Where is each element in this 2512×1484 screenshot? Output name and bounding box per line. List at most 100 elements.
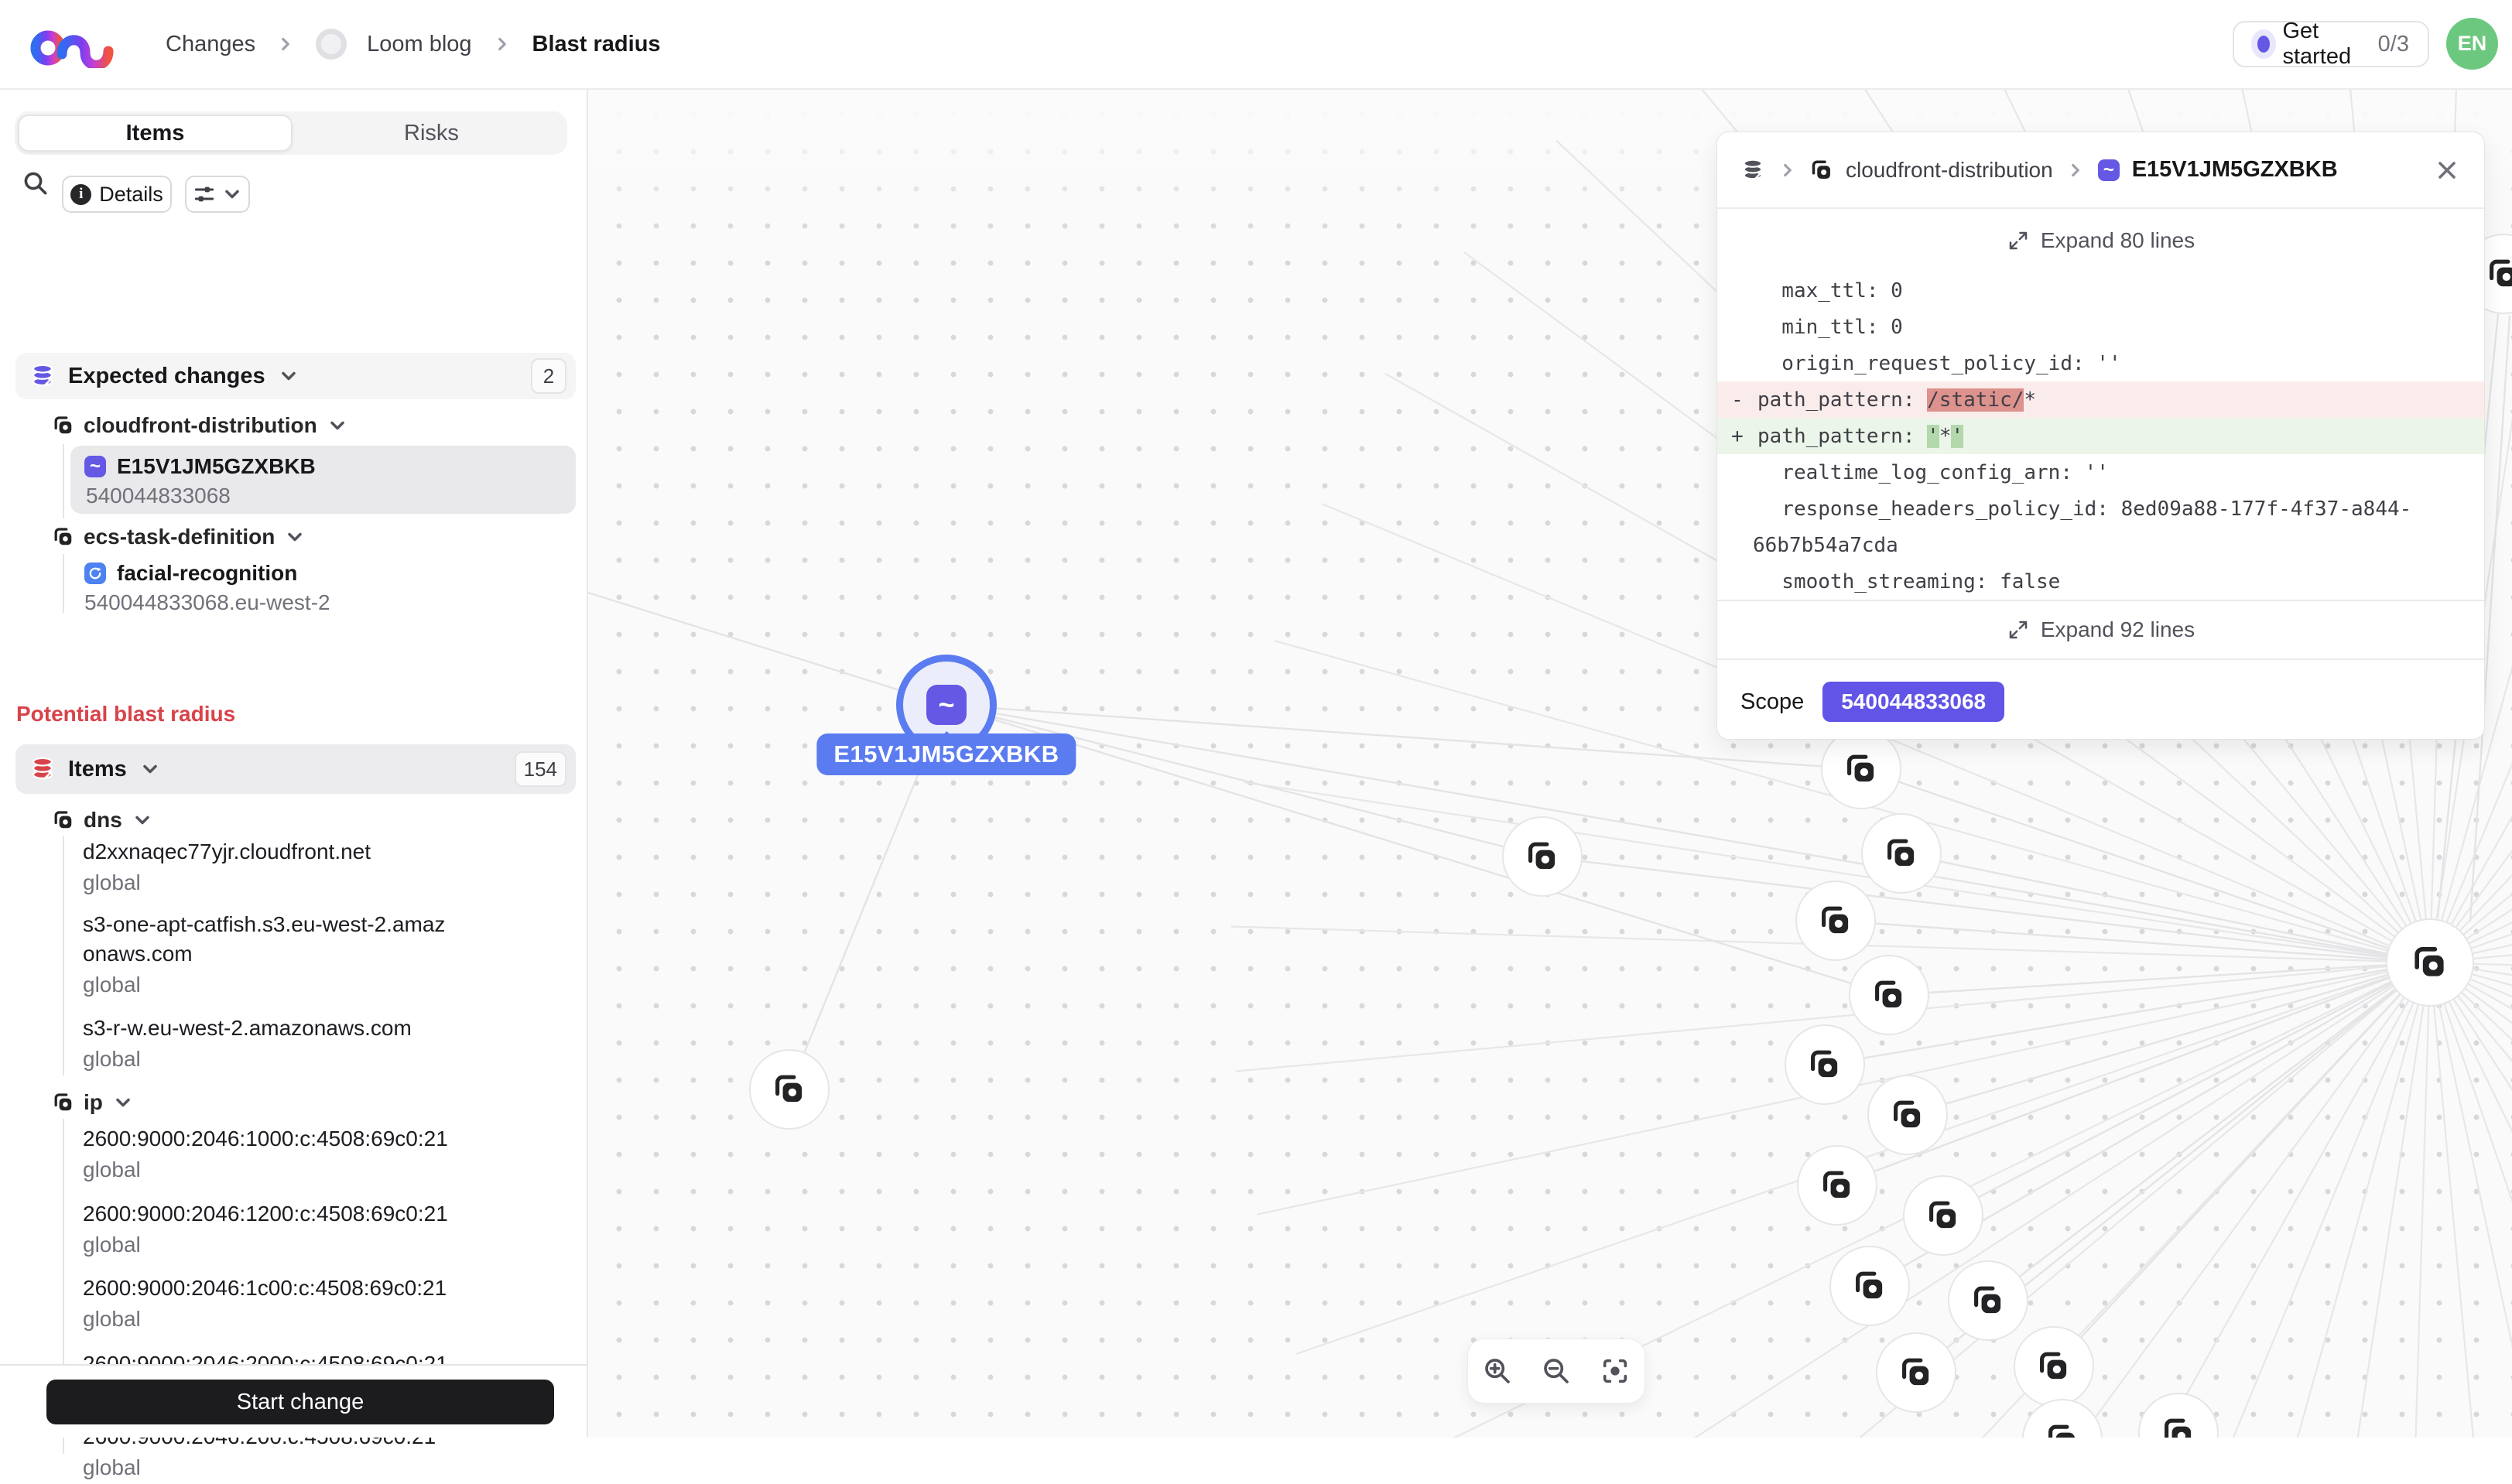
change-status-icon — [316, 29, 347, 60]
copy-icon — [1820, 1168, 1854, 1202]
selected-node-label[interactable]: E15V1JM5GZXBKB — [816, 733, 1076, 775]
list-item[interactable]: s3-r-w.eu-west-2.amazonaws.com global — [83, 1014, 547, 1075]
expand-icon — [2007, 229, 2030, 252]
expected-changes-header[interactable]: Expected changes 2 — [15, 353, 576, 399]
list-item[interactable]: s3-one-apt-catfish.s3.eu-west-2.amazonaw… — [83, 910, 547, 1001]
item-title: s3-r-w.eu-west-2.amazonaws.com — [83, 1016, 412, 1040]
zoom-in-icon[interactable] — [1482, 1356, 1513, 1387]
fit-view-icon[interactable] — [1600, 1356, 1631, 1387]
tree-guide-line — [63, 444, 64, 518]
chevron-down-icon — [284, 526, 306, 548]
chevron-right-icon — [275, 34, 296, 54]
details-label: Details — [99, 182, 163, 206]
code-line: 66b7b54a7cda — [1753, 533, 1898, 557]
graph-node[interactable] — [1829, 1246, 1910, 1326]
expand-lines-top-button[interactable]: Expand 80 lines — [1717, 209, 2484, 272]
sidebar-tabs: Items Risks — [15, 111, 567, 155]
user-avatar[interactable]: EN — [2446, 18, 2498, 70]
chevron-down-icon — [132, 809, 153, 831]
graph-node[interactable] — [749, 1049, 830, 1130]
expand-icon — [2007, 618, 2030, 641]
graph-node[interactable] — [1785, 1024, 1865, 1105]
tree-item-selected[interactable]: ~ E15V1JM5GZXBKB 540044833068 — [70, 446, 576, 514]
graph-node[interactable] — [1821, 729, 1901, 809]
list-item[interactable]: 2600:9000:2046:1c00:c:4508:69c0:21 globa… — [83, 1274, 547, 1335]
copy-icon — [2037, 1349, 2071, 1383]
blast-radius-label: Potential blast radius — [16, 702, 236, 726]
breadcrumb-current-page: Blast radius — [532, 31, 661, 56]
copy-icon — [1819, 904, 1853, 938]
group-ecs-task-definition[interactable]: ecs-task-definition — [53, 525, 306, 549]
tree-guide-line — [63, 554, 64, 613]
graph-node[interactable] — [1867, 1075, 1948, 1155]
tree-item[interactable]: facial-recognition 540044833068.eu-west-… — [84, 559, 330, 617]
breadcrumb-changes[interactable]: Changes — [166, 32, 255, 57]
graph-node[interactable] — [1797, 1145, 1877, 1226]
search-button[interactable] — [19, 163, 53, 203]
tree-guide-line — [63, 836, 64, 1075]
chevron-down-icon — [278, 365, 299, 387]
graph-node[interactable] — [1903, 1175, 1983, 1256]
scope-row: Scope 540044833068 — [1717, 658, 2484, 739]
group-dns[interactable]: dns — [53, 808, 153, 833]
tree-item-scope: 540044833068 — [86, 484, 231, 508]
get-started-label: Get started — [2282, 19, 2352, 69]
start-change-button[interactable]: Start change — [46, 1380, 554, 1424]
graph-node[interactable] — [1861, 813, 1942, 894]
update-icon — [84, 562, 106, 584]
get-started-progress: 0/3 — [2377, 31, 2409, 56]
item-scope: global — [83, 870, 141, 894]
graph-node[interactable] — [1502, 816, 1583, 897]
expand-lines-bottom-button[interactable]: Expand 92 lines — [1717, 600, 2484, 658]
sidebar: Items Risks i Details Expected changes 2… — [0, 90, 588, 1479]
graph-node[interactable] — [2014, 1326, 2094, 1407]
copy-icon — [1926, 1198, 1960, 1233]
item-scope: global — [83, 1157, 141, 1181]
graph-node[interactable] — [1795, 880, 1876, 961]
copy-icon — [1844, 752, 1878, 786]
tree-item-title: E15V1JM5GZXBKB — [117, 454, 316, 478]
list-item[interactable]: 2600:9000:2046:1000:c:4508:69c0:21 globa… — [83, 1124, 547, 1186]
scope-badge[interactable]: 540044833068 — [1822, 682, 2005, 722]
info-icon: i — [70, 183, 92, 205]
expected-changes-title: Expected changes — [68, 363, 265, 388]
group-ip[interactable]: ip — [53, 1090, 134, 1115]
tab-items[interactable]: Items — [18, 115, 293, 152]
zoom-out-icon[interactable] — [1541, 1356, 1572, 1387]
blast-items-header[interactable]: Items 154 — [15, 744, 576, 794]
diff-code-block: max_ttl: 0 min_ttl: 0 origin_request_pol… — [1717, 272, 2484, 600]
chevron-down-icon — [112, 1092, 134, 1113]
copy-icon — [1853, 1269, 1887, 1303]
details-button[interactable]: i Details — [62, 176, 172, 213]
breadcrumb-change-name[interactable]: Loom blog — [367, 32, 471, 57]
filter-button[interactable] — [185, 176, 250, 213]
item-title: s3-one-apt-catfish.s3.eu-west-2.amazonaw… — [83, 912, 446, 966]
code-line: smooth_streaming: false — [1757, 569, 2061, 593]
group-cloudfront-distribution[interactable]: cloudfront-distribution — [53, 413, 348, 438]
copy-icon — [2411, 944, 2449, 981]
chevron-right-icon — [1778, 160, 1798, 180]
item-scope: global — [83, 1047, 141, 1071]
list-item[interactable]: 2600:9000:2046:1200:c:4508:69c0:21 globa… — [83, 1199, 547, 1261]
tab-risks[interactable]: Risks — [296, 111, 567, 155]
chevron-down-icon — [221, 183, 243, 205]
item-scope: global — [83, 973, 141, 997]
graph-node[interactable] — [1849, 955, 1929, 1035]
graph-node[interactable] — [1876, 1332, 1956, 1413]
graph-node[interactable] — [1948, 1260, 2028, 1341]
item-details-panel: cloudfront-distribution ~ E15V1JM5GZXBKB… — [1716, 132, 2485, 740]
overmind-logo[interactable] — [28, 19, 122, 68]
database-icon — [29, 756, 56, 782]
item-title: 2600:9000:2046:1000:c:4508:69c0:21 — [83, 1127, 448, 1151]
copy-icon — [53, 415, 74, 436]
sidebar-footer: Start change — [0, 1364, 587, 1438]
item-scope: global — [83, 1455, 141, 1479]
list-item[interactable]: d2xxnaqec77yjr.cloudfront.net global — [83, 837, 547, 899]
sliders-icon — [192, 182, 217, 207]
get-started-button[interactable]: Get started 0/3 — [2233, 19, 2429, 69]
panel-breadcrumb-type[interactable]: cloudfront-distribution — [1846, 158, 2053, 183]
blast-items-title: Items — [68, 756, 127, 781]
graph-hub-node[interactable] — [2386, 918, 2474, 1007]
diff-modified-icon: ~ — [926, 685, 967, 725]
close-icon[interactable] — [2433, 156, 2461, 184]
